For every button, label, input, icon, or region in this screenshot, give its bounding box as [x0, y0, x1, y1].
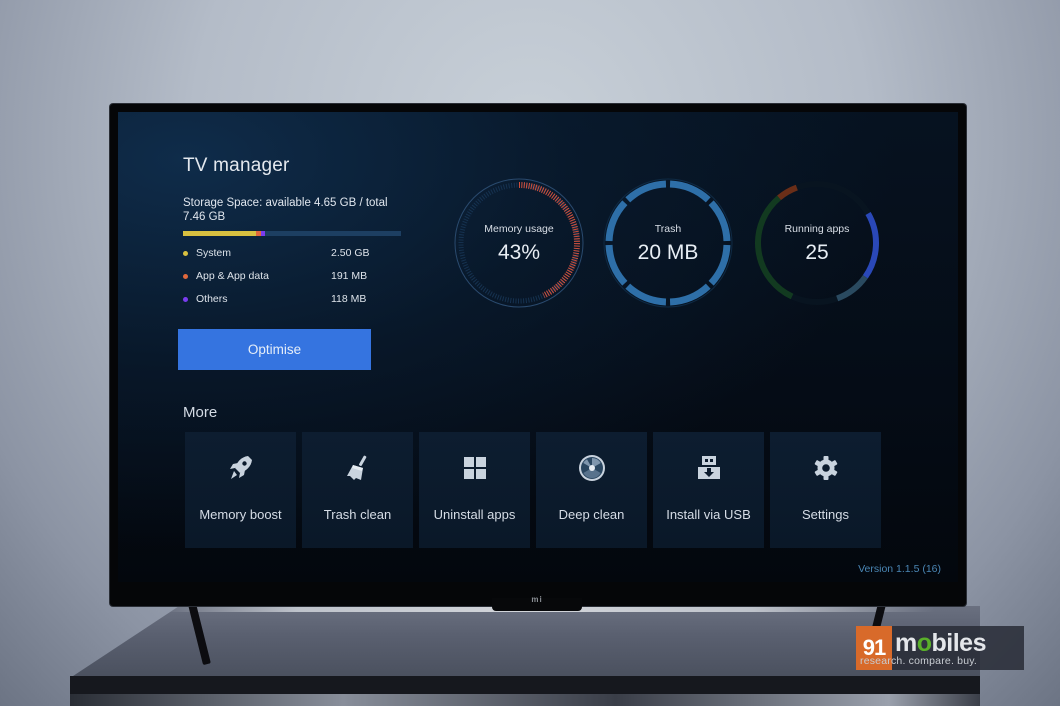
- tile-trash-clean[interactable]: Trash clean: [302, 432, 413, 548]
- usb-download-icon: [695, 454, 723, 482]
- legend-value: 118 MB: [331, 293, 367, 305]
- gauge-segment: [625, 283, 667, 306]
- legend-name: App & App data: [196, 270, 269, 282]
- storage-bar: [183, 231, 401, 236]
- more-section-title: More: [183, 404, 218, 421]
- watermark-brand: mobiles: [895, 630, 1024, 656]
- gear-icon: [812, 454, 840, 482]
- gauge-value: 25: [805, 241, 829, 264]
- tile-install-via-usb[interactable]: Install via USB: [653, 432, 764, 548]
- legend-name: Others: [196, 293, 228, 305]
- version-label: Version 1.1.5 (16): [858, 563, 941, 575]
- tile-uninstall-apps[interactable]: Uninstall apps: [419, 432, 530, 548]
- watermark-brand-pre: m: [895, 628, 917, 657]
- legend-dot-system: [183, 250, 188, 256]
- tile-label: Install via USB: [666, 507, 751, 522]
- legend-dot-apps: [183, 273, 188, 279]
- gauge-segment: [625, 180, 667, 203]
- legend-value: 191 MB: [331, 270, 368, 282]
- power-icon: o: [916, 628, 932, 657]
- tile-label: Trash clean: [323, 507, 392, 522]
- tv-chin: mi: [492, 595, 582, 611]
- storage-segment-others: [261, 231, 265, 236]
- mi-logo: mi: [531, 595, 543, 604]
- gauge-segment: [669, 180, 711, 203]
- legend-name: System: [196, 247, 232, 259]
- running-apps-gauge[interactable]: Running apps 25: [751, 177, 883, 309]
- gauge-segment: [669, 283, 711, 306]
- watermark-tagline: research. compare. buy.: [860, 654, 978, 667]
- legend-value: 2.50 GB: [331, 247, 370, 259]
- gauge-label: Trash: [654, 223, 682, 235]
- tile-label: Deep clean: [558, 507, 625, 522]
- disc-icon: [578, 454, 606, 482]
- 91mobiles-watermark: 91 mobiles research. compare. buy.: [856, 626, 1024, 670]
- legend-apps: App & App data 191 MB: [183, 269, 383, 283]
- gauge-label: Memory usage: [484, 223, 554, 235]
- tile-label: Memory boost: [199, 507, 282, 522]
- memory-usage-gauge[interactable]: Memory usage 43%: [453, 177, 585, 309]
- page-title: TV manager: [183, 155, 290, 176]
- storage-space-label: Storage Space: available 4.65 GB / total…: [183, 197, 388, 223]
- tv-manager-screen: TV manager Storage Space: available 4.65…: [118, 112, 958, 582]
- gauge-label: Running apps: [784, 223, 850, 235]
- grid-icon: [461, 454, 489, 482]
- watermark-brand-post: biles: [931, 628, 987, 657]
- legend-dot-others: [183, 296, 188, 302]
- legend-system: System 2.50 GB: [183, 246, 383, 260]
- legend-others: Others 118 MB: [183, 292, 383, 306]
- tile-deep-clean[interactable]: Deep clean: [536, 432, 647, 548]
- tile-label: Settings: [802, 507, 849, 522]
- gauge-segment: [708, 200, 731, 242]
- broom-icon: [344, 454, 372, 482]
- tv-stand-edge: [70, 676, 980, 694]
- tile-label: Uninstall apps: [433, 507, 516, 522]
- gauge-arc-orange: [777, 184, 798, 201]
- more-tiles: Memory boost Trash clean Uninstall apps …: [185, 432, 881, 548]
- optimise-button[interactable]: Optimise: [178, 329, 371, 370]
- gauge-arc-slate: [836, 275, 868, 302]
- tv-stand-underside: [70, 694, 980, 706]
- tv-stand-surface: [70, 606, 980, 678]
- tile-memory-boost[interactable]: Memory boost: [185, 432, 296, 548]
- gauge-segment: [605, 200, 628, 242]
- gauge-value: 20 MB: [637, 241, 699, 264]
- gauge-value: 43%: [497, 241, 541, 264]
- tile-settings[interactable]: Settings: [770, 432, 881, 548]
- trash-gauge[interactable]: Trash 20 MB: [602, 177, 734, 309]
- rocket-icon: [227, 454, 255, 482]
- storage-segment-system: [183, 231, 257, 236]
